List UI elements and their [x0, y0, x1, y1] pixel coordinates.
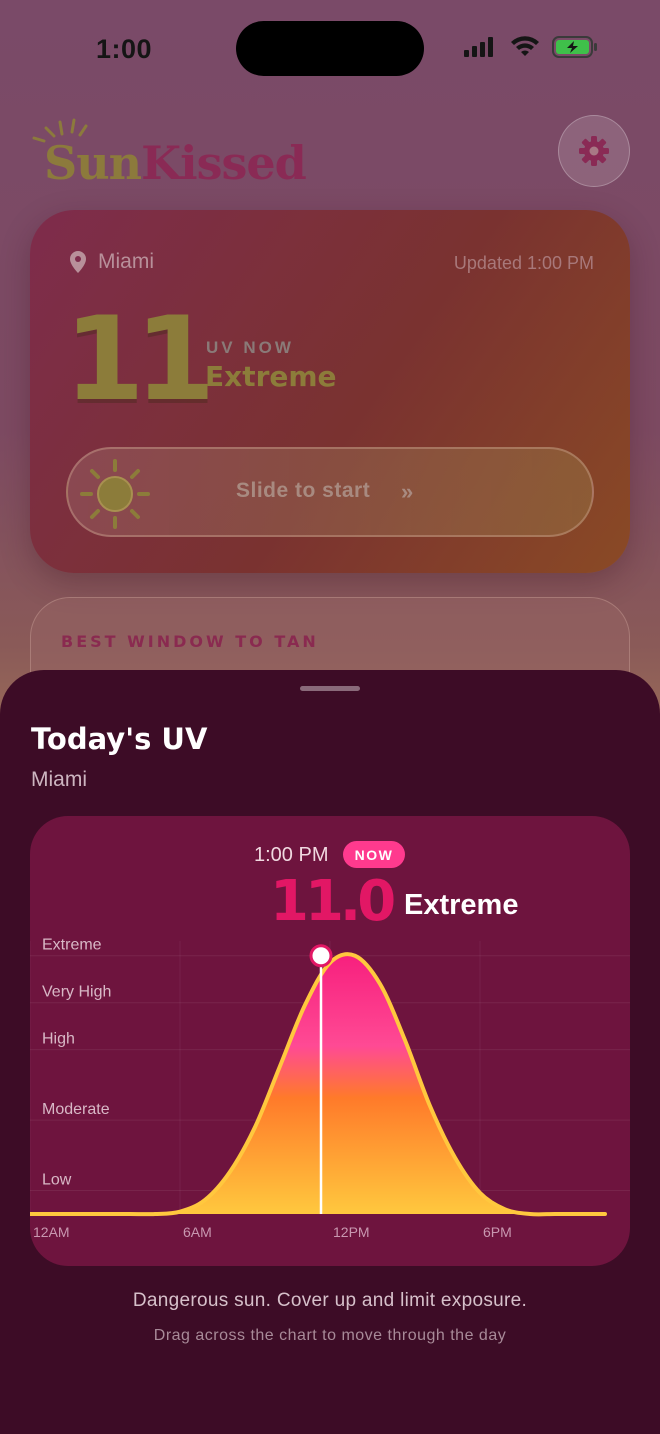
- settings-button[interactable]: [558, 115, 630, 187]
- status-bar: 1:00: [0, 0, 660, 100]
- uv-index-value: 11: [64, 292, 215, 427]
- uv-chart-card[interactable]: Extreme Very High High Moderate Low 12AM 6AM 12…: [30, 816, 630, 1266]
- logo-sun-text: Sun: [44, 136, 142, 190]
- todays-uv-sheet: Today's UV Miami Extreme Very High High Mod…: [0, 670, 660, 1434]
- uv-description: Dangerous sun. Cover up and limit exposu…: [132, 1290, 528, 1311]
- y-label-2: High: [42, 1031, 75, 1048]
- selected-time: 1:00 PM: [254, 844, 329, 866]
- logo-wordmark: SunKissed: [44, 136, 307, 190]
- selection-dot: [309, 944, 333, 968]
- uv-now-label: UV NOW: [206, 338, 294, 357]
- now-badge: NOW: [343, 841, 405, 868]
- slide-to-start[interactable]: Slide to start »: [66, 447, 594, 537]
- double-chevron-right-icon: »: [401, 479, 414, 504]
- y-label-3: Moderate: [42, 1101, 110, 1118]
- selected-uv-level: Extreme: [404, 889, 519, 921]
- x-tick-0: 12AM: [33, 1224, 70, 1240]
- sheet-grabber[interactable]: [300, 686, 360, 691]
- uv-area: [30, 954, 605, 1215]
- location-row: Miami: [68, 250, 154, 274]
- sheet-location: Miami: [31, 768, 87, 791]
- x-tick-3: 6PM: [483, 1224, 512, 1240]
- x-tick-2: 12PM: [333, 1224, 370, 1240]
- app-logo: SunKissed: [30, 116, 307, 196]
- wifi-icon: [511, 36, 539, 56]
- gear-icon: [579, 136, 609, 166]
- location-name: Miami: [98, 250, 154, 273]
- logo-kissed-text: Kissed: [141, 136, 307, 190]
- slide-to-start-label: Slide to start: [236, 479, 371, 502]
- y-label-4: Low: [42, 1172, 72, 1189]
- sun-icon[interactable]: [80, 459, 150, 529]
- best-window-title: BEST WINDOW TO TAN: [61, 632, 319, 651]
- selected-uv-value: 11.0: [270, 869, 396, 934]
- uv-level-text: Extreme: [205, 360, 337, 393]
- signal-icon: [464, 37, 493, 57]
- chart-hint: Drag across the chart to move through th…: [153, 1327, 507, 1344]
- x-tick-1: 6AM: [183, 1224, 212, 1240]
- battery-icon: [552, 36, 597, 58]
- uv-now-card: Miami Updated 1:00 PM 11 UV NOW Extreme …: [30, 210, 630, 573]
- sheet-title: Today's UV: [31, 722, 208, 756]
- dynamic-island: [236, 21, 424, 76]
- updated-time: Updated 1:00 PM: [453, 253, 594, 273]
- y-label-0: Extreme: [42, 937, 102, 954]
- status-time: 1:00: [96, 34, 153, 64]
- y-label-1: Very High: [42, 984, 111, 1001]
- status-icons: [464, 36, 598, 58]
- location-pin-icon: [70, 251, 86, 273]
